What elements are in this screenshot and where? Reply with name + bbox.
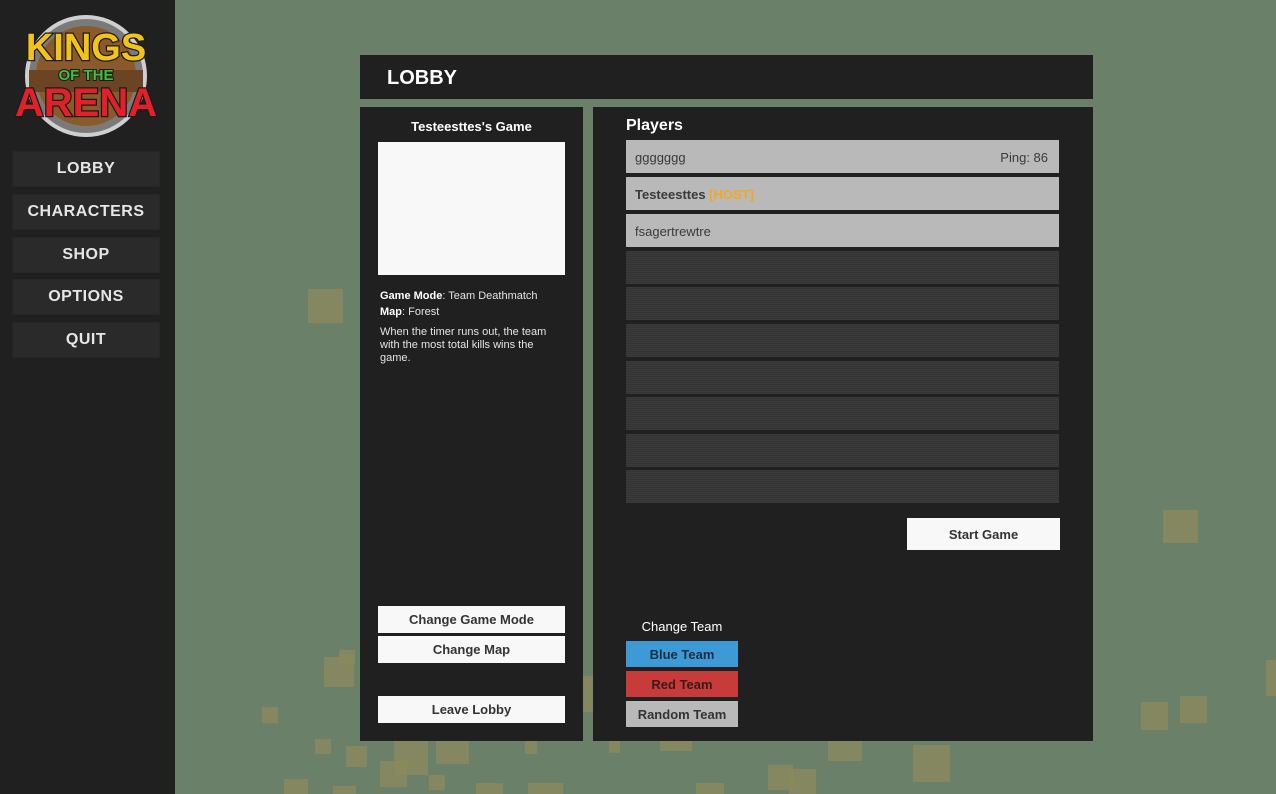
page-title: LOBBY: [387, 67, 457, 89]
nav-options-button[interactable]: OPTIONS: [12, 279, 160, 315]
empty-player-slot: [626, 397, 1059, 430]
player-name: ggggggg: [635, 150, 686, 165]
sidebar: KINGS OF THE ARENA LOBBY CHARACTERS SHOP…: [0, 0, 175, 794]
decor-square: [315, 739, 331, 754]
decor-square: [1163, 510, 1198, 543]
decor-square: [346, 746, 367, 767]
player-ping: Ping: 86: [1000, 150, 1048, 165]
empty-player-slot: [626, 287, 1059, 320]
start-game-button[interactable]: Start Game: [907, 518, 1060, 550]
decor-square: [394, 741, 428, 775]
decor-square: [436, 741, 469, 764]
empty-player-slot: [626, 361, 1059, 394]
change-game-mode-button[interactable]: Change Game Mode: [378, 606, 565, 633]
decor-square: [660, 741, 692, 751]
empty-player-slot: [626, 251, 1059, 284]
player-slot[interactable]: fsagertrewtre: [626, 214, 1059, 247]
game-settings-info: Game Mode: Team Deathmatch Map: Forest: [380, 288, 560, 320]
decor-square: [262, 707, 278, 723]
empty-player-slot: [626, 324, 1059, 357]
players-heading: Players: [626, 117, 683, 134]
decor-square: [333, 786, 356, 794]
game-mode-line: Game Mode: Team Deathmatch: [380, 288, 560, 304]
empty-player-slot: [626, 470, 1059, 503]
nav-lobby-button[interactable]: LOBBY: [12, 151, 160, 187]
game-title: Testeesttes's Game: [411, 119, 532, 134]
decor-square: [528, 783, 563, 794]
decor-square: [1141, 702, 1168, 730]
host-badge: [HOST]: [709, 187, 754, 202]
nav-quit-button[interactable]: QUIT: [12, 322, 160, 358]
blue-team-button[interactable]: Blue Team: [626, 641, 738, 667]
decor-square: [913, 745, 950, 782]
game-mode-description: When the timer runs out, the team with t…: [380, 326, 547, 364]
nav-characters-button[interactable]: CHARACTERS: [12, 194, 160, 230]
map-value: : Forest: [402, 306, 440, 318]
map-label: Map: [380, 306, 402, 318]
map-line: Map: Forest: [380, 304, 560, 320]
game-logo: KINGS OF THE ARENA: [14, 15, 158, 137]
lobby-header: LOBBY: [360, 55, 1093, 99]
game-mode-label: Game Mode: [380, 290, 443, 302]
player-slot[interactable]: Testeesttes [HOST]: [626, 177, 1059, 210]
change-map-button[interactable]: Change Map: [378, 636, 565, 663]
map-preview-image: [378, 142, 565, 275]
player-name: Testeesttes: [635, 187, 706, 202]
svg-text:ARENA: ARENA: [15, 81, 157, 125]
leave-lobby-button[interactable]: Leave Lobby: [378, 696, 565, 723]
decor-square: [525, 741, 537, 754]
decor-square: [429, 775, 445, 790]
decor-square: [696, 783, 724, 794]
player-name: fsagertrewtre: [635, 224, 711, 239]
player-slot[interactable]: ggggggg Ping: 86: [626, 140, 1059, 173]
decor-square: [284, 779, 308, 794]
decor-square: [1180, 696, 1207, 723]
decor-square: [789, 769, 816, 794]
decor-square: [476, 783, 503, 794]
decor-square: [339, 650, 355, 664]
decor-square: [609, 741, 620, 753]
players-panel: Players ggggggg Ping: 86 Testeesttes [HO…: [593, 107, 1093, 741]
game-mode-value: : Team Deathmatch: [442, 290, 538, 302]
game-info-panel: Testeesttes's Game Game Mode: Team Death…: [360, 107, 583, 741]
empty-player-slot: [626, 434, 1059, 467]
player-name-line: Testeesttes [HOST]: [635, 187, 754, 202]
decor-square: [1266, 660, 1276, 696]
red-team-button[interactable]: Red Team: [626, 671, 738, 697]
decor-square: [583, 676, 593, 712]
svg-text:KINGS: KINGS: [26, 27, 146, 69]
decor-square: [828, 741, 862, 761]
nav-shop-button[interactable]: SHOP: [12, 237, 160, 273]
random-team-button[interactable]: Random Team: [626, 701, 738, 727]
change-team-label: Change Team: [641, 619, 723, 634]
decor-square: [308, 289, 343, 323]
